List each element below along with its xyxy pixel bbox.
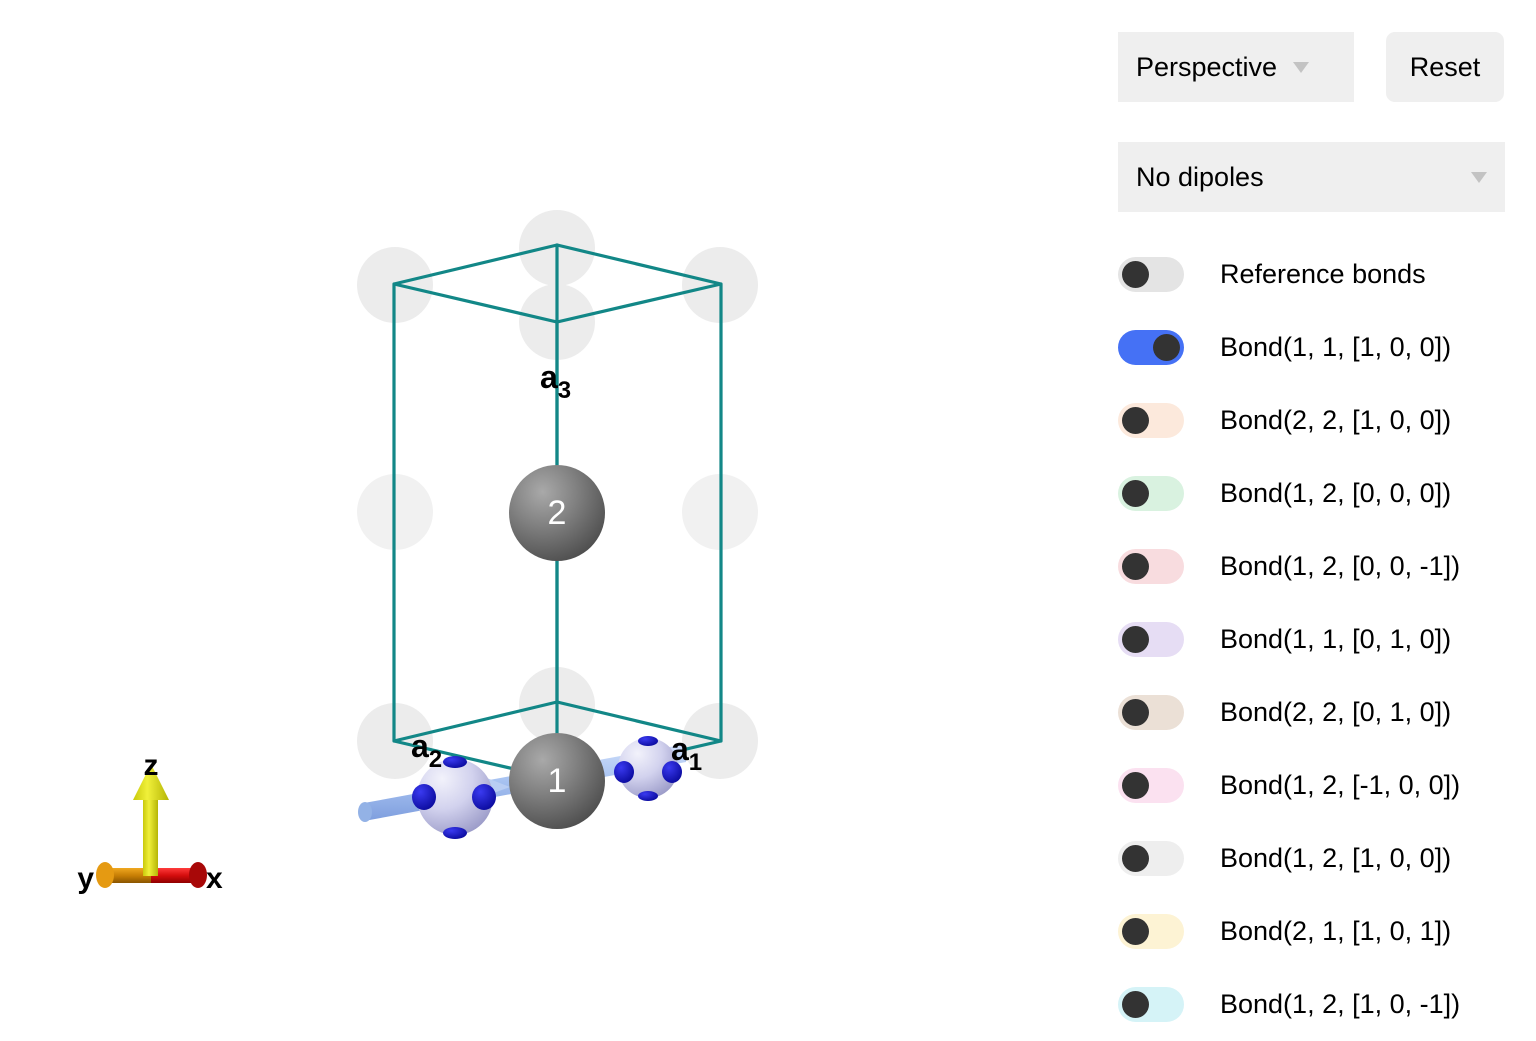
bond-visibility-toggle[interactable] bbox=[1118, 330, 1184, 365]
reset-button[interactable]: Reset bbox=[1386, 32, 1504, 102]
legend-item-label: Bond(1, 2, [1, 0, 0]) bbox=[1220, 843, 1452, 873]
legend-item[interactable]: Bond(1, 1, [1, 0, 0]) bbox=[1118, 311, 1536, 384]
bond-visibility-toggle[interactable] bbox=[1118, 768, 1184, 803]
legend-item-label: Bond(1, 1, [0, 1, 0]) bbox=[1220, 624, 1452, 654]
toggle-knob bbox=[1122, 699, 1149, 726]
bond-legend-list: Reference bonds Bond(1, 1, [1, 0, 0]) Bond… bbox=[1118, 238, 1536, 1041]
toggle-knob bbox=[1122, 626, 1149, 653]
bond-visibility-toggle[interactable] bbox=[1118, 695, 1184, 730]
atom-2[interactable]: 2 bbox=[509, 465, 605, 561]
toggle-knob bbox=[1122, 261, 1149, 288]
legend-item[interactable]: Bond(2, 1, [1, 0, 1]) bbox=[1118, 895, 1536, 968]
toggle-knob bbox=[1122, 845, 1149, 872]
control-panel: Perspective Reset No dipoles Reference b… bbox=[1100, 0, 1536, 1024]
legend-item-label: Reference bonds bbox=[1220, 259, 1426, 289]
crystal-structure-canvas[interactable]: 2 1 a3 a2 a1 z x y bbox=[0, 0, 1100, 1024]
bond-visibility-toggle[interactable] bbox=[1118, 476, 1184, 511]
atom-1[interactable]: 1 bbox=[509, 733, 605, 829]
a2-sub: 2 bbox=[429, 746, 442, 773]
legend-item[interactable]: Bond(1, 2, [-1, 0, 0]) bbox=[1118, 749, 1536, 822]
axis-label-x: x bbox=[206, 862, 223, 895]
legend-item-label: Bond(2, 2, [0, 1, 0]) bbox=[1220, 697, 1452, 727]
legend-item[interactable]: Reference bonds bbox=[1118, 238, 1536, 311]
legend-item[interactable]: Bond(1, 2, [0, 0, 0]) bbox=[1118, 457, 1536, 530]
toggle-knob bbox=[1122, 991, 1149, 1018]
atom-1-label: 1 bbox=[548, 762, 567, 800]
axis-label-y: y bbox=[77, 862, 94, 895]
a1-base: a bbox=[671, 731, 689, 767]
top-controls-row: Perspective Reset bbox=[1118, 32, 1504, 102]
projection-select[interactable]: Perspective bbox=[1118, 32, 1354, 102]
toggle-knob bbox=[1122, 772, 1149, 799]
bond-visibility-toggle[interactable] bbox=[1118, 841, 1184, 876]
legend-item[interactable]: Bond(1, 2, [1, 0, 0]) bbox=[1118, 822, 1536, 895]
legend-item[interactable]: Bond(2, 2, [1, 0, 0]) bbox=[1118, 384, 1536, 457]
legend-item-label: Bond(1, 2, [0, 0, 0]) bbox=[1220, 478, 1452, 508]
structure-viewport[interactable]: 2 1 a3 a2 a1 z x y bbox=[0, 0, 1100, 1024]
legend-item-label: Bond(1, 2, [1, 0, -1]) bbox=[1220, 989, 1461, 1019]
legend-item[interactable]: Bond(2, 2, [0, 1, 0]) bbox=[1118, 676, 1536, 749]
legend-item-label: Bond(2, 1, [1, 0, 1]) bbox=[1220, 916, 1452, 946]
bond-visibility-toggle[interactable] bbox=[1118, 549, 1184, 584]
a3-sub: 3 bbox=[558, 377, 571, 404]
toggle-knob bbox=[1122, 407, 1149, 434]
bond-visibility-toggle[interactable] bbox=[1118, 257, 1184, 292]
legend-item[interactable]: Bond(1, 2, [0, 0, -1]) bbox=[1118, 530, 1536, 603]
a3-base: a bbox=[540, 359, 558, 395]
a1-sub: 1 bbox=[689, 749, 702, 776]
bond-visibility-toggle[interactable] bbox=[1118, 403, 1184, 438]
chevron-down-icon bbox=[1471, 171, 1487, 183]
axis-orientation-widget: z x y bbox=[77, 749, 223, 895]
bond-visibility-toggle[interactable] bbox=[1118, 622, 1184, 657]
legend-item-label: Bond(1, 2, [0, 0, -1]) bbox=[1220, 551, 1461, 581]
toggle-knob bbox=[1122, 480, 1149, 507]
bond-visibility-toggle[interactable] bbox=[1118, 987, 1184, 1022]
chevron-down-icon bbox=[1293, 61, 1310, 73]
legend-item[interactable]: Bond(1, 2, [1, 0, -1]) bbox=[1118, 968, 1536, 1041]
dipoles-select-value: No dipoles bbox=[1136, 161, 1264, 192]
toggle-knob bbox=[1122, 918, 1149, 945]
toggle-knob bbox=[1122, 553, 1149, 580]
dotted-atom-left[interactable] bbox=[412, 756, 496, 839]
axis-label-z: z bbox=[144, 749, 159, 782]
bond-visibility-toggle[interactable] bbox=[1118, 914, 1184, 949]
legend-item-label: Bond(2, 2, [1, 0, 0]) bbox=[1220, 405, 1452, 435]
projection-select-value: Perspective bbox=[1136, 51, 1278, 82]
dipoles-select[interactable]: No dipoles bbox=[1118, 142, 1505, 212]
legend-item[interactable]: Bond(1, 1, [0, 1, 0]) bbox=[1118, 603, 1536, 676]
atom-2-label: 2 bbox=[548, 494, 567, 532]
a2-base: a bbox=[411, 728, 429, 764]
legend-item-label: Bond(1, 1, [1, 0, 0]) bbox=[1220, 332, 1452, 362]
toggle-knob bbox=[1153, 334, 1180, 361]
legend-item-label: Bond(1, 2, [-1, 0, 0]) bbox=[1220, 770, 1461, 800]
